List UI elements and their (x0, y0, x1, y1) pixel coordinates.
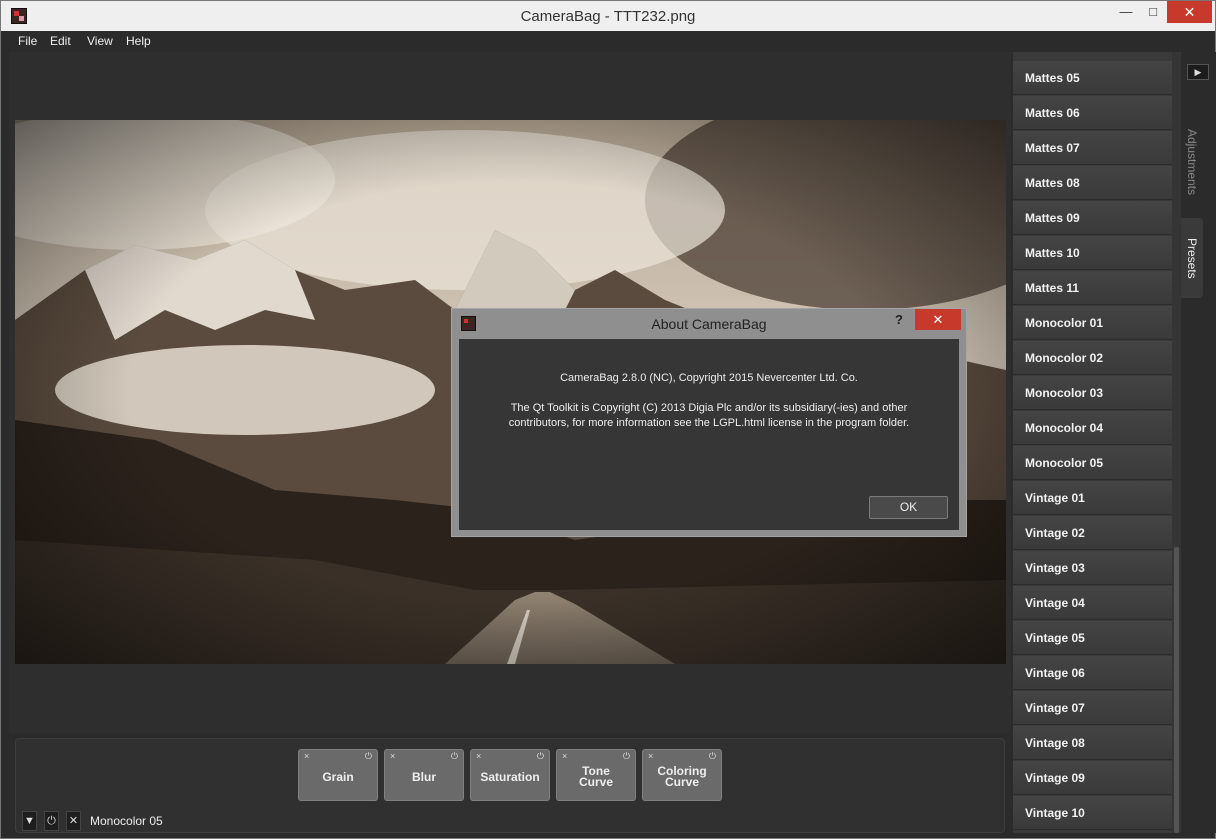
adjustment-saturation-button[interactable]: × ⏻ Saturation (470, 749, 550, 801)
menu-help[interactable]: Help (126, 34, 151, 48)
preset-power-button[interactable]: ⏻ (44, 811, 59, 831)
preset-item[interactable]: Mattes 05 (1013, 61, 1181, 95)
preset-label: Monocolor 04 (1025, 421, 1104, 435)
minimize-button[interactable]: — (1113, 1, 1139, 23)
side-tabs: ▶ Adjustments Presets (1181, 52, 1216, 833)
preset-label: Vintage 10 (1025, 806, 1085, 820)
window-title: CameraBag - TTT232.png (520, 8, 696, 25)
adjustment-label: Saturation (480, 769, 540, 784)
preset-label: Vintage 03 (1025, 561, 1085, 575)
preset-item[interactable]: Monocolor 05 (1013, 446, 1181, 480)
preset-label: Monocolor 02 (1025, 351, 1104, 365)
preset-item[interactable]: Vintage 10 (1013, 796, 1181, 830)
adjustment-grain-button[interactable]: × ⏻ Grain (298, 749, 378, 801)
preset-item[interactable]: Vintage 01 (1013, 481, 1181, 515)
ok-button[interactable]: OK (869, 496, 948, 519)
expand-panel-button[interactable]: ▶ (1187, 64, 1209, 80)
title-bar[interactable]: CameraBag - TTT232.png — □ ✕ (1, 1, 1215, 31)
copyright-text: CameraBag 2.8.0 (NC), Copyright 2015 Nev… (560, 372, 858, 384)
preset-label: Mattes 06 (1025, 106, 1080, 120)
close-window-button[interactable]: ✕ (1167, 1, 1212, 23)
preset-label: Mattes 10 (1025, 246, 1080, 260)
preset-item[interactable]: Vintage 03 (1013, 551, 1181, 585)
preset-label: Vintage 06 (1025, 666, 1085, 680)
help-button[interactable]: ? (895, 312, 903, 327)
presets-scrollbar[interactable] (1172, 52, 1181, 833)
adjustment-blur-button[interactable]: × ⏻ Blur (384, 749, 464, 801)
menu-file[interactable]: File (18, 34, 37, 48)
dialog-body: CameraBag 2.8.0 (NC), Copyright 2015 Nev… (459, 339, 959, 530)
preset-item[interactable]: Mattes 11 (1013, 271, 1181, 305)
preset-dropdown-button[interactable]: ▼ (22, 811, 37, 831)
adjustment-tone-curve-button[interactable]: × ⏻ Tone Curve (556, 749, 636, 801)
adjustment-label: Tone Curve (578, 764, 613, 789)
preset-label: Vintage 05 (1025, 631, 1085, 645)
preset-item[interactable]: Monocolor 01 (1013, 306, 1181, 340)
preset-label: Vintage 08 (1025, 736, 1085, 750)
preset-item[interactable]: Vintage 05 (1013, 621, 1181, 655)
preset-label: Vintage 09 (1025, 771, 1085, 785)
preset-item[interactable]: Mattes 07 (1013, 131, 1181, 165)
preset-remove-button[interactable]: ✕ (66, 811, 81, 831)
current-preset-label: Monocolor 05 (90, 814, 163, 828)
preset-item[interactable]: Vintage 08 (1013, 726, 1181, 760)
preset-item[interactable]: Vintage 09 (1013, 761, 1181, 795)
preset-item[interactable]: Mattes 06 (1013, 96, 1181, 130)
preset-label: Monocolor 01 (1025, 316, 1104, 330)
tab-adjustments[interactable]: Adjustments (1181, 112, 1203, 212)
preset-label: Vintage 07 (1025, 701, 1085, 715)
preset-item[interactable]: Mattes 09 (1013, 201, 1181, 235)
about-dialog: About CameraBag ? ✕ CameraBag 2.8.0 (NC)… (451, 308, 967, 537)
maximize-button[interactable]: □ (1140, 1, 1166, 23)
adjustment-label: Blur (412, 769, 436, 784)
dialog-title: About CameraBag (651, 316, 767, 332)
menu-view[interactable]: View (87, 34, 113, 48)
preset-label: Vintage 01 (1025, 491, 1085, 505)
preset-item[interactable]: Vintage 06 (1013, 656, 1181, 690)
close-dialog-button[interactable]: ✕ (915, 309, 961, 330)
preset-item[interactable]: Monocolor 04 (1013, 411, 1181, 445)
preset-item[interactable]: Monocolor 02 (1013, 341, 1181, 375)
preset-item[interactable]: Vintage 02 (1013, 516, 1181, 550)
menu-bar: File Edit View Help (1, 31, 1215, 52)
menu-edit[interactable]: Edit (50, 34, 71, 48)
qt-license-text-line1: The Qt Toolkit is Copyright (C) 2013 Dig… (510, 402, 908, 414)
preset-item[interactable]: Mattes 08 (1013, 166, 1181, 200)
presets-list[interactable]: Mattes 05 Mattes 06 Mattes 07 Mattes 08 … (1013, 52, 1181, 833)
camerabag-window: CameraBag - TTT232.png — □ ✕ File Edit V… (0, 0, 1216, 839)
preset-label: Mattes 07 (1025, 141, 1080, 155)
preset-label: Mattes 08 (1025, 176, 1080, 190)
preset-label: Vintage 02 (1025, 526, 1085, 540)
tab-presets[interactable]: Presets (1181, 218, 1203, 298)
preset-label: Mattes 09 (1025, 211, 1080, 225)
preset-item[interactable]: Monocolor 03 (1013, 376, 1181, 410)
preset-item[interactable]: Vintage 07 (1013, 691, 1181, 725)
adjustment-label: Coloring Curve (657, 764, 707, 789)
preset-label: Vintage 04 (1025, 596, 1085, 610)
preset-label: Mattes 11 (1025, 281, 1080, 295)
preset-label: Monocolor 03 (1025, 386, 1104, 400)
adjustment-label: Grain (322, 769, 354, 784)
qt-license-text-line2: contributors, for more information see t… (508, 417, 910, 429)
preset-label: Mattes 05 (1025, 71, 1080, 85)
scrollbar-thumb[interactable] (1174, 547, 1179, 833)
preset-item[interactable]: Vintage 04 (1013, 586, 1181, 620)
preset-label: Monocolor 05 (1025, 456, 1104, 470)
adjustment-coloring-curve-button[interactable]: × ⏻ Coloring Curve (642, 749, 722, 801)
adjustments-bar: × ⏻ Grain × ⏻ Blur × ⏻ Saturation × ⏻ To… (15, 738, 1005, 833)
preset-item[interactable]: Mattes 10 (1013, 236, 1181, 270)
